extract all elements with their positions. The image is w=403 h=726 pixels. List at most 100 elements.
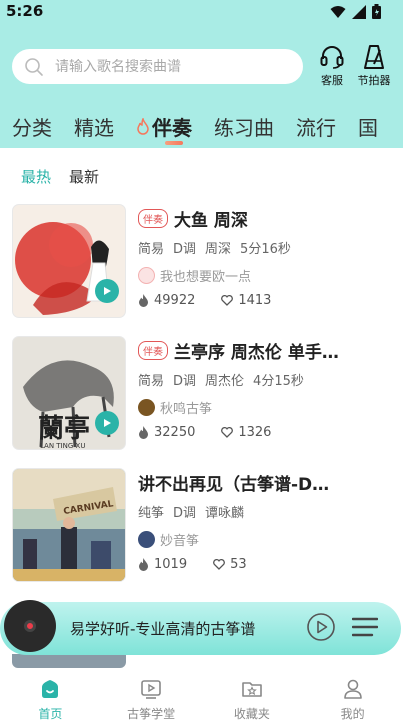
nav-home[interactable]: 首页 [0, 670, 101, 726]
play-button[interactable] [95, 411, 119, 435]
nav-guzheng-school-label: 古筝学堂 [127, 707, 176, 721]
play-button[interactable] [95, 279, 119, 303]
nav-favorites[interactable]: 收藏夹 [202, 670, 303, 726]
fire-icon [137, 117, 149, 135]
nav-profile-label: 我的 [340, 707, 365, 721]
tab-accompaniment-label: 伴奏 [152, 115, 192, 140]
artist: 周深 [205, 242, 232, 257]
fire-icon [139, 426, 148, 439]
nav-home-label: 首页 [38, 707, 63, 721]
difficulty: 简易 [138, 374, 165, 389]
uploader-name: 秋鸣古筝 [160, 402, 213, 417]
list-item[interactable]: CARNIVAL 讲不出再见（古筝谱-D… 纯筝 D调 谭咏麟 妙音筝 1019… [0, 460, 403, 588]
nav-profile[interactable]: 我的 [302, 670, 403, 726]
heart-icon [221, 295, 234, 306]
stats: 1019 53 [138, 557, 273, 572]
tab-featured[interactable]: 精选 [74, 110, 114, 142]
bottom-nav: 首页 古筝学堂 收藏夹 我的 [0, 670, 403, 726]
like-count[interactable]: 1326 [221, 425, 271, 440]
play-count-value: 32250 [154, 425, 196, 440]
duration: 4分15秒 [253, 374, 304, 389]
tab-accompaniment[interactable]: 伴奏 [136, 110, 192, 142]
accompaniment-tag: 伴奏 [138, 341, 168, 360]
play-count: 49922 [138, 293, 195, 308]
active-tab-indicator [165, 141, 183, 145]
key: D调 [173, 242, 197, 257]
key: D调 [173, 506, 197, 521]
song-meta: 简易 D调 周深 5分16秒 [138, 238, 291, 257]
metronome-icon [364, 45, 384, 69]
customer-service-button[interactable]: 客服 [312, 44, 352, 90]
like-count-value: 53 [230, 557, 247, 572]
play-circle-icon[interactable] [306, 612, 336, 642]
heart-icon [213, 559, 225, 570]
accompaniment-tag: 伴奏 [138, 209, 168, 228]
battery-icon [372, 4, 381, 23]
metronome-label: 节拍器 [357, 74, 391, 87]
tab-pop[interactable]: 流行 [296, 110, 336, 142]
like-count[interactable]: 1413 [221, 293, 271, 308]
duration: 5分16秒 [240, 242, 291, 257]
metronome-button[interactable]: 节拍器 [354, 44, 394, 90]
avatar [138, 399, 155, 416]
like-count-value: 1413 [238, 293, 272, 308]
sort-tabs: 最热 最新 [21, 166, 99, 187]
avatar [138, 267, 155, 284]
artist: 谭咏麟 [205, 506, 245, 521]
list-item[interactable]: 蘭亭 LAN TING XU 伴奏 兰亭序 周杰伦 单手… 简易 D调 周杰伦 … [0, 328, 403, 456]
tab-national[interactable]: 国 [358, 110, 378, 142]
nav-favorites-label: 收藏夹 [233, 707, 270, 721]
play-count: 1019 [138, 557, 187, 572]
uploader-name: 我也想要欧一点 [160, 270, 252, 285]
status-icons [330, 4, 381, 23]
uploader[interactable]: 秋鸣古筝 [138, 398, 212, 417]
uploader[interactable]: 妙音筝 [138, 530, 199, 549]
avatar [138, 531, 155, 548]
wifi-icon [330, 4, 346, 23]
play-count-value: 1019 [154, 557, 188, 572]
cover-image [12, 654, 126, 668]
player-title: 易学好听-专业高清的古筝谱 [70, 620, 256, 638]
stats: 49922 1413 [138, 293, 297, 308]
status-bar: 5:26 [0, 0, 403, 24]
status-time: 5:26 [6, 2, 44, 20]
home-icon [42, 680, 59, 698]
vinyl-disc-icon [4, 600, 56, 652]
play-icon [104, 287, 111, 295]
fire-icon [139, 294, 148, 307]
fire-icon [139, 558, 148, 571]
song-title: 兰亭序 周杰伦 单手… [174, 343, 339, 363]
svg-text:蘭亭: 蘭亭 [38, 413, 90, 444]
search-bar[interactable] [12, 49, 303, 84]
playlist-icon[interactable] [352, 616, 378, 638]
song-title: 大鱼 周深 [174, 211, 248, 231]
headset-icon [320, 46, 344, 69]
category-tabs: 分类 精选 伴奏 练习曲 流行 国 [12, 110, 400, 142]
like-count[interactable]: 53 [213, 557, 247, 572]
tab-category[interactable]: 分类 [12, 110, 52, 142]
nav-guzheng-school[interactable]: 古筝学堂 [101, 670, 202, 726]
play-icon [104, 419, 111, 427]
play-count: 32250 [138, 425, 195, 440]
sort-hottest[interactable]: 最热 [21, 166, 51, 187]
song-meta: 纯筝 D调 谭咏麟 [138, 502, 244, 521]
stats: 32250 1326 [138, 425, 297, 440]
song-meta: 简易 D调 周杰伦 4分15秒 [138, 370, 304, 389]
key: D调 [173, 374, 197, 389]
uploader-name: 妙音筝 [160, 534, 200, 549]
play-count-value: 49922 [154, 293, 196, 308]
uploader[interactable]: 我也想要欧一点 [138, 266, 251, 285]
sort-newest[interactable]: 最新 [69, 166, 99, 187]
customer-service-label: 客服 [321, 74, 343, 87]
artist: 周杰伦 [205, 374, 245, 389]
list-item[interactable]: 伴奏 大鱼 周深 简易 D调 周深 5分16秒 我也想要欧一点 49922 14… [0, 196, 403, 324]
header: 5:26 客服 节拍器 分类 精选 伴奏 练习曲 流行 [0, 0, 403, 148]
video-play-icon [141, 680, 161, 699]
cover-image [12, 204, 126, 318]
mini-player[interactable]: 易学好听-专业高清的古筝谱 [0, 598, 403, 656]
heart-icon [221, 427, 234, 438]
search-icon [25, 57, 43, 76]
search-input[interactable] [55, 58, 285, 75]
profile-icon [343, 679, 362, 699]
tab-etudes[interactable]: 练习曲 [214, 110, 274, 142]
